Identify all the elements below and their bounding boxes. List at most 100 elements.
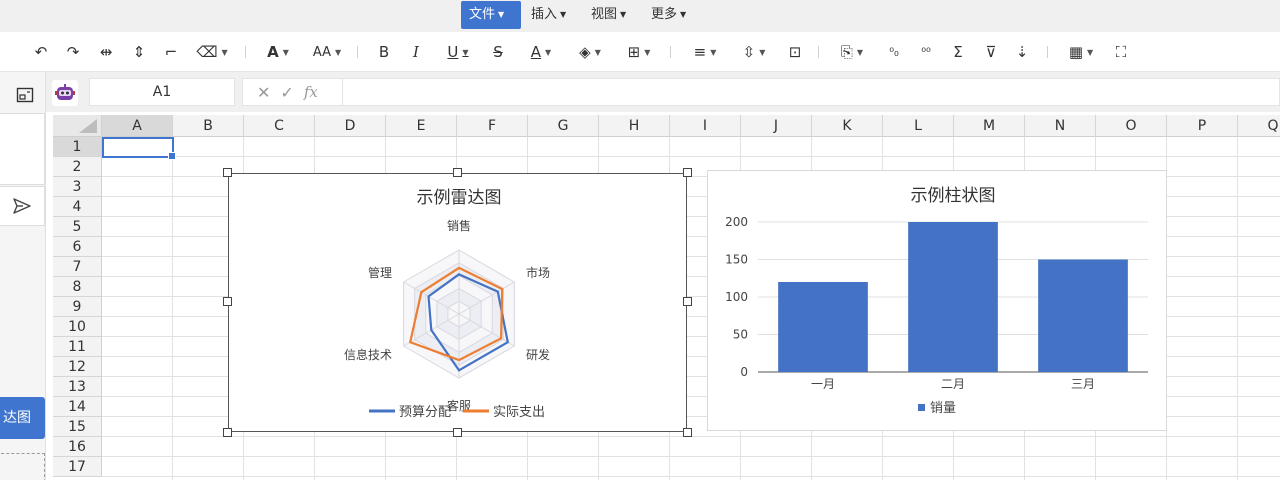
- column-header-i[interactable]: I: [670, 115, 741, 137]
- formula-actions: ✕ ✓ fx: [243, 79, 343, 105]
- strikethrough-button[interactable]: S: [490, 40, 506, 64]
- row-header-10[interactable]: 10: [53, 317, 102, 337]
- undo-button[interactable]: ↶: [32, 40, 50, 64]
- align-button[interactable]: ≡ ▼: [687, 40, 723, 64]
- font-color-button[interactable]: A ▼: [260, 40, 296, 64]
- row-header-1[interactable]: 1: [53, 137, 102, 157]
- select-all-corner[interactable]: [53, 115, 102, 137]
- border-button[interactable]: ⊞ ▼: [621, 40, 657, 64]
- chevron-down-icon: ▼: [545, 47, 552, 57]
- merge-cells-button[interactable]: ⊡: [786, 40, 804, 64]
- row-header-16[interactable]: 16: [53, 437, 102, 457]
- decimal-decrease-button[interactable]: ⁰₀: [884, 40, 904, 64]
- send-button[interactable]: [0, 186, 45, 226]
- resize-handle-w[interactable]: [223, 297, 232, 306]
- vertical-align-button[interactable]: ⇳ ▼: [736, 40, 772, 64]
- toolbar-divider: [1047, 46, 1048, 58]
- sort-icon: ⇣: [1015, 43, 1029, 61]
- column-header-c[interactable]: C: [244, 115, 315, 137]
- font-size-button[interactable]: AA ▼: [309, 40, 345, 64]
- robot-logo-icon[interactable]: [52, 80, 78, 106]
- column-header-b[interactable]: B: [173, 115, 244, 137]
- chart-title: 示例柱状图: [911, 186, 996, 206]
- row-header-9[interactable]: 9: [53, 297, 102, 317]
- menu-insert[interactable]: 插入 ▼: [523, 1, 574, 29]
- sort-button[interactable]: ⇣: [1013, 40, 1031, 64]
- bar-chart[interactable]: 示例柱状图 0 50 100 150 200 一月 二月 三月 销量: [707, 170, 1167, 431]
- resize-handle-se[interactable]: [683, 428, 692, 437]
- row-header-7[interactable]: 7: [53, 257, 102, 277]
- menu-view[interactable]: 视图 ▼: [583, 1, 634, 29]
- column-header-f[interactable]: F: [457, 115, 528, 137]
- freeze-button[interactable]: ▦ ▼: [1063, 40, 1099, 64]
- fill-color-button[interactable]: ◈ ▼: [572, 40, 608, 64]
- column-header-o[interactable]: O: [1096, 115, 1167, 137]
- row-header-12[interactable]: 12: [53, 357, 102, 377]
- column-header-m[interactable]: M: [954, 115, 1025, 137]
- sum-button[interactable]: Σ: [949, 40, 967, 64]
- confirm-icon[interactable]: ✓: [280, 83, 293, 102]
- row-header-8[interactable]: 8: [53, 277, 102, 297]
- resize-handle-sw[interactable]: [223, 428, 232, 437]
- bar-chart-svg: 示例柱状图 0 50 100 150 200 一月 二月 三月销量: [725, 186, 1148, 416]
- row-header-15[interactable]: 15: [53, 417, 102, 437]
- row-header-6[interactable]: 6: [53, 237, 102, 257]
- row-header-14[interactable]: 14: [53, 397, 102, 417]
- text-color-button[interactable]: A ▼: [523, 40, 559, 64]
- row-header-11[interactable]: 11: [53, 337, 102, 357]
- bold-button[interactable]: B: [376, 40, 392, 64]
- column-header-n[interactable]: N: [1025, 115, 1096, 137]
- radar-chart[interactable]: 示例雷达图 销售 市场 研发 客服 信息技术 管理 预算分配 实际支出: [228, 173, 687, 432]
- bold-icon: B: [378, 43, 390, 61]
- italic-button[interactable]: I: [408, 40, 424, 64]
- column-header-g[interactable]: G: [528, 115, 599, 137]
- chevron-down-icon: ▼: [282, 47, 289, 57]
- column-header-e[interactable]: E: [386, 115, 457, 137]
- filter-button[interactable]: ⊽: [982, 40, 1000, 64]
- number-format-button[interactable]: ⎘ ▼: [834, 40, 870, 64]
- resize-handle-n[interactable]: [453, 168, 462, 177]
- menu-bar: 文件 ▼ 插入 ▼ 视图 ▼ 更多 ▼: [0, 0, 1280, 32]
- menu-file[interactable]: 文件 ▼: [461, 1, 521, 29]
- row-header-3[interactable]: 3: [53, 177, 102, 197]
- radar-chart-button[interactable]: 达图: [0, 397, 45, 439]
- column-header-h[interactable]: H: [599, 115, 670, 137]
- column-header-j[interactable]: J: [741, 115, 812, 137]
- row-height-button[interactable]: ⇕: [130, 40, 148, 64]
- redo-icon: ↷: [66, 43, 80, 61]
- redo-button[interactable]: ↷: [64, 40, 82, 64]
- row-header-5[interactable]: 5: [53, 217, 102, 237]
- decimal-increase-button[interactable]: ⁰⁰: [916, 40, 936, 64]
- resize-handle-nw[interactable]: [223, 168, 232, 177]
- resize-handle-ne[interactable]: [683, 168, 692, 177]
- row-height-icon: ⇕: [132, 43, 146, 61]
- underline-button[interactable]: U ▼: [440, 40, 476, 64]
- column-header-l[interactable]: L: [883, 115, 954, 137]
- active-cell[interactable]: [102, 137, 176, 160]
- format-painter-button[interactable]: ⌐: [162, 40, 180, 64]
- row-header-4[interactable]: 4: [53, 197, 102, 217]
- x-tick-label: 三月: [1071, 377, 1095, 391]
- name-box[interactable]: A1: [89, 78, 235, 106]
- row-header-2[interactable]: 2: [53, 157, 102, 177]
- drop-zone[interactable]: [0, 453, 45, 480]
- row-header-17[interactable]: 17: [53, 457, 102, 477]
- bar-3: [1038, 259, 1128, 372]
- column-header-p[interactable]: P: [1167, 115, 1238, 137]
- clear-format-button[interactable]: ⌫ ▼: [194, 40, 230, 64]
- menu-more[interactable]: 更多 ▼: [643, 1, 694, 29]
- cancel-icon[interactable]: ✕: [257, 83, 270, 102]
- column-header-d[interactable]: D: [315, 115, 386, 137]
- fullscreen-button[interactable]: ⛶: [1112, 40, 1130, 64]
- panel-toggle-button[interactable]: [16, 86, 34, 108]
- function-icon[interactable]: fx: [304, 83, 318, 101]
- row-header-13[interactable]: 13: [53, 377, 102, 397]
- column-header-k[interactable]: K: [812, 115, 883, 137]
- column-header-q[interactable]: Q: [1238, 115, 1280, 137]
- resize-handle-e[interactable]: [683, 297, 692, 306]
- column-header-a[interactable]: A: [102, 115, 173, 137]
- ai-prompt-input[interactable]: [0, 113, 45, 185]
- resize-handle-s[interactable]: [453, 428, 462, 437]
- column-width-button[interactable]: ⇹: [97, 40, 115, 64]
- formula-input[interactable]: [344, 79, 1279, 105]
